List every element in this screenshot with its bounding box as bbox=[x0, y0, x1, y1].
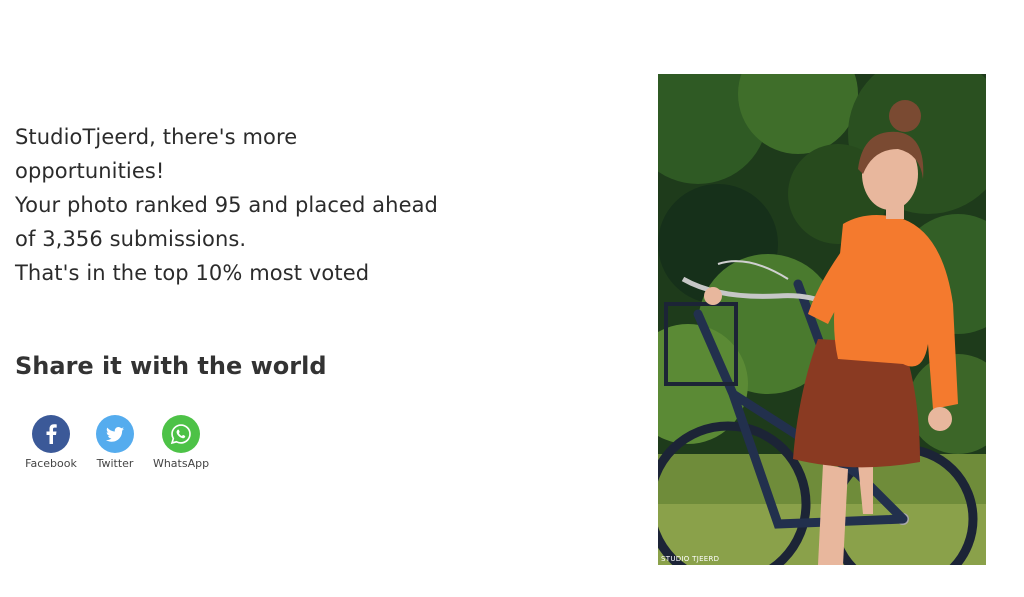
whatsapp-label: WhatsApp bbox=[152, 457, 210, 470]
message-line: StudioTjeerd, there's more bbox=[15, 125, 298, 149]
message-line: opportunities! bbox=[15, 159, 165, 183]
facebook-icon[interactable] bbox=[32, 415, 70, 453]
whatsapp-icon[interactable] bbox=[162, 415, 200, 453]
twitter-label: Twitter bbox=[96, 457, 134, 470]
twitter-icon[interactable] bbox=[96, 415, 134, 453]
message-line: That's in the top 10% most voted bbox=[15, 261, 370, 285]
ranking-message: StudioTjeerd, there's more opportunities… bbox=[15, 120, 485, 290]
submitted-photo: STUDIO TJEERD bbox=[658, 74, 986, 565]
photo-illustration bbox=[658, 74, 986, 565]
page: StudioTjeerd, there's more opportunities… bbox=[0, 0, 1024, 597]
facebook-share-button[interactable]: Facebook bbox=[20, 415, 82, 470]
twitter-share-button[interactable]: Twitter bbox=[86, 415, 144, 470]
share-buttons: Facebook Twitter WhatsApp bbox=[20, 415, 218, 470]
whatsapp-share-button[interactable]: WhatsApp bbox=[148, 415, 214, 470]
photo-watermark: STUDIO TJEERD bbox=[661, 555, 720, 563]
facebook-label: Facebook bbox=[25, 457, 77, 470]
message-line: of 3,356 submissions. bbox=[15, 227, 247, 251]
share-title: Share it with the world bbox=[15, 352, 327, 380]
message-line: Your photo ranked 95 and placed ahead bbox=[15, 193, 438, 217]
